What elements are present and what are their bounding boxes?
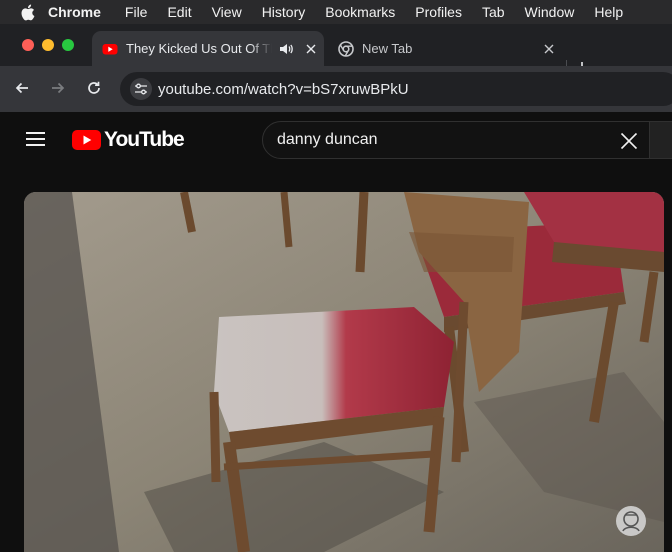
menu-tab[interactable]: Tab	[482, 4, 505, 20]
menu-edit[interactable]: Edit	[167, 4, 191, 20]
menu-profiles[interactable]: Profiles	[415, 4, 462, 20]
search-box[interactable]	[262, 121, 650, 159]
youtube-play-icon	[72, 130, 101, 150]
tab-title: New Tab	[362, 41, 413, 56]
back-arrow-icon[interactable]	[12, 78, 32, 98]
close-window-button[interactable]	[22, 39, 34, 51]
youtube-wordmark: YouTube	[104, 128, 185, 151]
tab-youtube-video[interactable]: They Kicked Us Out Of Th	[92, 31, 324, 66]
url-text[interactable]: youtube.com/watch?v=bS7xruwBPkU	[158, 81, 409, 98]
search-input[interactable]	[277, 122, 607, 158]
video-player[interactable]	[24, 192, 664, 552]
menu-help[interactable]: Help	[594, 4, 623, 20]
clear-search-icon[interactable]	[616, 128, 642, 154]
speaker-icon[interactable]	[278, 41, 294, 57]
youtube-icon	[102, 41, 118, 57]
menu-file[interactable]: File	[125, 4, 148, 20]
close-tab-icon[interactable]	[304, 42, 318, 56]
tab-new-tab[interactable]: New Tab	[328, 31, 560, 66]
youtube-logo[interactable]: YouTube	[72, 128, 185, 152]
menu-view[interactable]: View	[212, 4, 242, 20]
menu-hamburger-icon[interactable]	[26, 132, 46, 148]
apple-icon[interactable]	[18, 3, 36, 21]
menu-app-name[interactable]: Chrome	[48, 4, 101, 20]
channel-watermark-icon[interactable]	[614, 504, 648, 538]
browser-toolbar: youtube.com/watch?v=bS7xruwBPkU	[0, 66, 672, 112]
site-settings-icon[interactable]	[130, 78, 152, 100]
menu-window[interactable]: Window	[525, 4, 575, 20]
address-bar[interactable]: youtube.com/watch?v=bS7xruwBPkU	[120, 72, 672, 106]
video-frame-image	[24, 192, 664, 552]
youtube-header: YouTube	[0, 112, 672, 170]
close-tab-icon[interactable]	[542, 42, 556, 56]
tab-strip: They Kicked Us Out Of Th New Tab	[0, 24, 672, 78]
chrome-icon	[338, 40, 354, 57]
macos-menu-bar: Chrome File Edit View History Bookmarks …	[0, 0, 672, 24]
menu-bookmarks[interactable]: Bookmarks	[325, 4, 395, 20]
search-button[interactable]	[650, 121, 672, 159]
reload-icon[interactable]	[84, 78, 104, 98]
forward-arrow-icon[interactable]	[48, 78, 68, 98]
minimize-window-button[interactable]	[42, 39, 54, 51]
fullscreen-window-button[interactable]	[62, 39, 74, 51]
menu-history[interactable]: History	[262, 4, 306, 20]
tab-title: They Kicked Us Out Of Th	[126, 41, 272, 56]
